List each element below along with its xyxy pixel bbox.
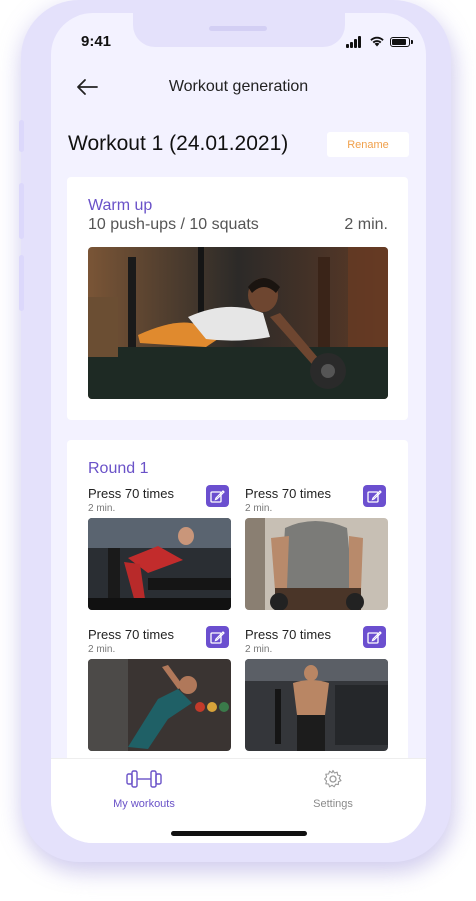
tab-label: Settings — [313, 798, 353, 810]
exercise-photo — [88, 659, 231, 751]
exercise-photo — [245, 659, 388, 751]
home-indicator — [171, 831, 307, 836]
exercise-name: Press 70 times — [88, 627, 174, 642]
warm-up-card[interactable]: Warm up 10 push-ups / 10 squats 2 min. — [67, 177, 408, 420]
exercise-duration: 2 min. — [88, 503, 116, 514]
volume-down-button — [19, 255, 24, 311]
signal-icon — [346, 36, 361, 48]
gear-icon — [324, 769, 342, 788]
exercise-photo — [245, 518, 388, 610]
wifi-icon — [370, 36, 384, 47]
volume-up-button — [19, 183, 24, 239]
status-time: 9:41 — [81, 33, 112, 50]
edit-icon[interactable] — [363, 626, 386, 648]
edit-icon[interactable] — [206, 626, 229, 648]
exercise-name: Press 70 times — [245, 486, 331, 501]
edit-icon[interactable] — [206, 485, 229, 507]
round-label: Round 1 — [88, 460, 149, 477]
app-screen: 9:41 Workout generation Workout 1 (24.01… — [51, 13, 426, 843]
page-title: Workout generation — [168, 78, 309, 95]
tab-settings[interactable]: Settings — [273, 769, 393, 810]
warm-up-label: Warm up — [88, 197, 153, 214]
battery-icon — [390, 37, 413, 47]
rename-button[interactable]: Rename — [327, 132, 409, 157]
mute-switch — [19, 120, 24, 152]
notch — [133, 13, 345, 47]
speaker — [209, 26, 267, 31]
exercise-name: Press 70 times — [88, 486, 174, 501]
warm-up-description: 10 push-ups / 10 squats — [88, 216, 259, 233]
exercise-name: Press 70 times — [245, 627, 331, 642]
tab-my-workouts[interactable]: My workouts — [84, 769, 204, 810]
tab-label: My workouts — [113, 798, 175, 810]
workout-title: Workout 1 (24.01.2021) — [68, 132, 289, 155]
exercise-duration: 2 min. — [245, 644, 273, 655]
warm-up-photo — [88, 247, 388, 399]
edit-icon[interactable] — [363, 485, 386, 507]
exercise-duration: 2 min. — [245, 503, 273, 514]
exercise-duration: 2 min. — [88, 644, 116, 655]
dumbbell-icon — [126, 770, 162, 788]
exercise-photo — [88, 518, 231, 610]
warm-up-duration: 2 min. — [344, 216, 388, 233]
